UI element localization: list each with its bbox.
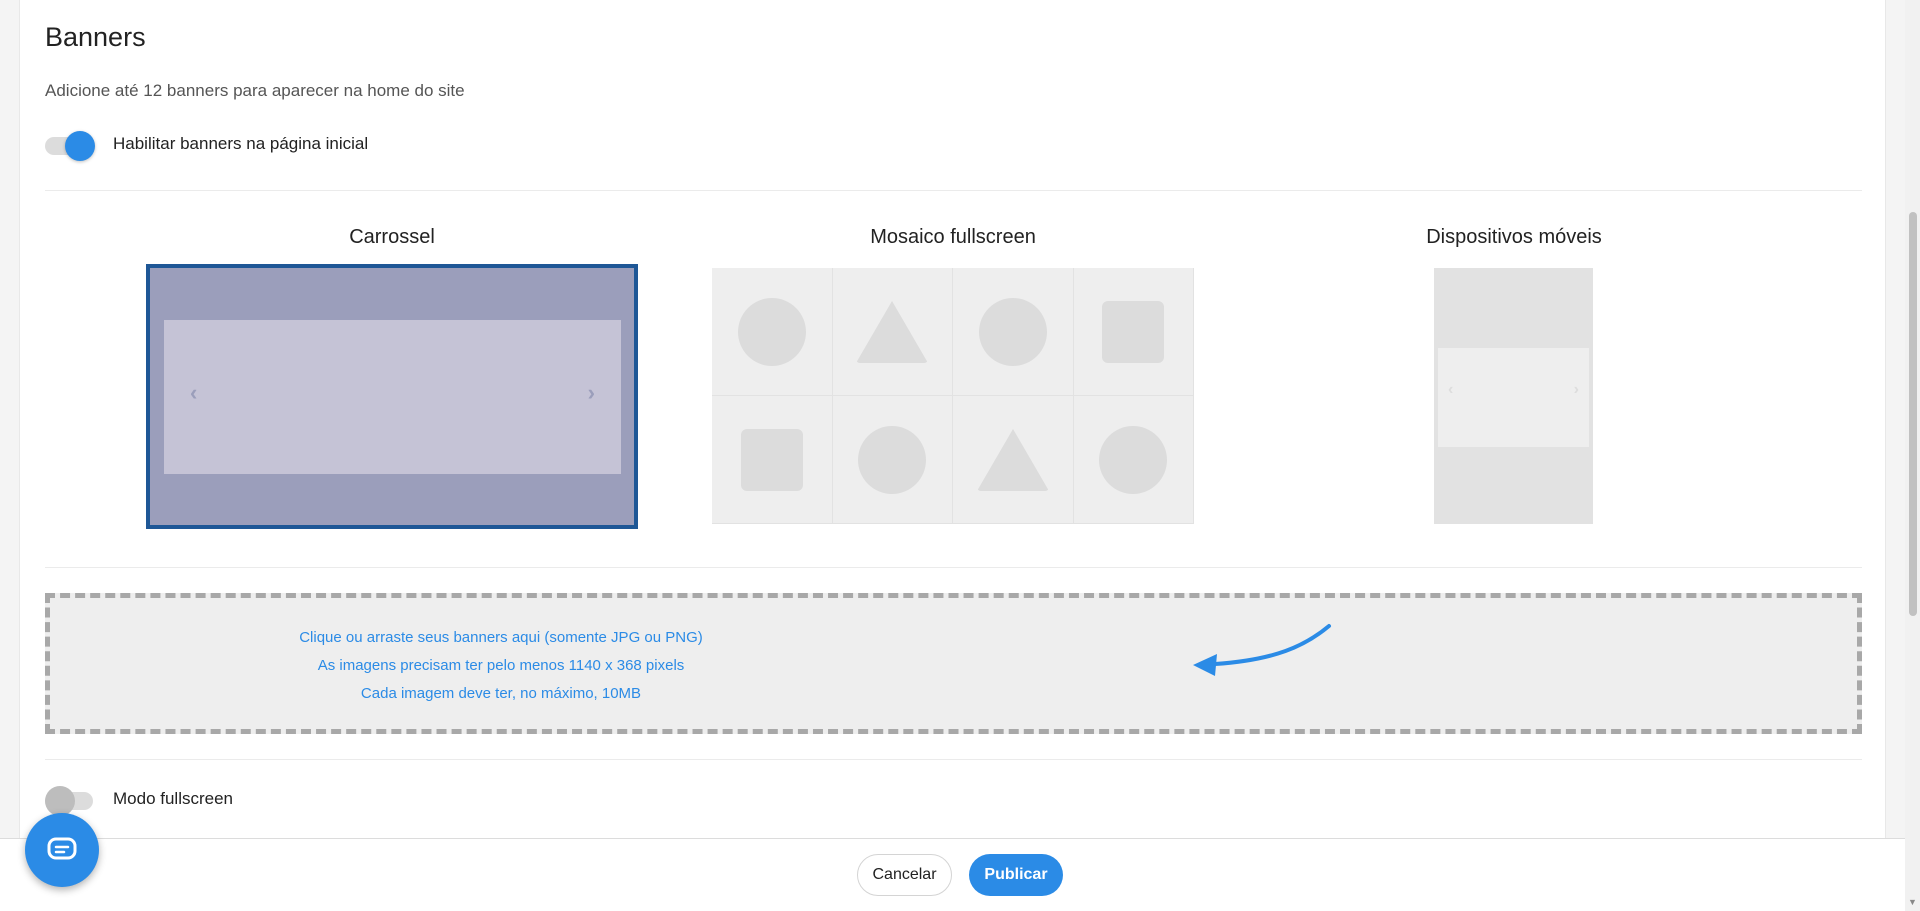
chevron-right-icon: › (1573, 381, 1579, 398)
divider (45, 190, 1862, 191)
footer-action-bar (0, 838, 1905, 911)
circle-shape-icon (737, 297, 806, 366)
mosaic-cell (953, 268, 1074, 396)
toggle-knob (45, 786, 75, 816)
square-shape-icon (740, 428, 803, 491)
carousel-slide-preview: ‹ › (164, 320, 621, 474)
triangle-shape-icon (856, 300, 929, 363)
mosaic-cell (832, 268, 953, 396)
mosaic-cell (1073, 268, 1194, 396)
layout-title-carousel: Carrossel (349, 226, 435, 248)
chat-widget-button[interactable] (25, 813, 99, 887)
circle-shape-icon (978, 297, 1047, 366)
layout-title-mosaic: Mosaico fullscreen (870, 226, 1036, 248)
publish-button[interactable]: Publicar (969, 854, 1063, 896)
chat-icon (47, 837, 77, 860)
mosaic-cell (712, 396, 833, 524)
layout-option-mosaic[interactable] (712, 268, 1194, 524)
cancel-button[interactable]: Cancelar (857, 854, 952, 896)
dropzone-max-size: Cada imagem deve ter, no máximo, 10MB (360, 685, 642, 702)
mosaic-cell (953, 396, 1074, 524)
layout-title-mobile: Dispositivos móveis (1426, 226, 1602, 248)
divider (45, 759, 1862, 760)
curved-arrow-icon (1193, 624, 1331, 676)
page-subtitle: Adicione até 12 banners para aparecer na… (45, 81, 465, 100)
page-title: Banners (45, 22, 146, 52)
enable-banners-row: Habilitar banners na página inicial (45, 130, 369, 161)
fullscreen-row: Modo fullscreen (45, 785, 234, 816)
fullscreen-label: Modo fullscreen (113, 789, 234, 808)
enable-banners-label: Habilitar banners na página inicial (113, 134, 369, 153)
mosaic-cell (832, 396, 953, 524)
square-shape-icon (1102, 300, 1165, 363)
circle-shape-icon (1099, 425, 1168, 494)
page-scrollbar[interactable]: ▼ (1905, 0, 1920, 911)
chevron-left-icon: ‹ (190, 380, 198, 405)
chevron-right-icon: › (587, 380, 595, 405)
circle-shape-icon (858, 425, 927, 494)
mobile-slide-preview: ‹ › (1438, 348, 1589, 447)
dropzone-instruction: Clique ou arraste seus banners aqui (som… (299, 629, 703, 646)
mosaic-cell (1073, 396, 1194, 524)
scrollbar-thumb[interactable] (1909, 212, 1917, 616)
triangle-shape-icon (976, 428, 1049, 491)
toggle-knob (65, 131, 95, 161)
scroll-down-arrow-icon[interactable]: ▼ (1908, 897, 1917, 907)
layout-option-carousel[interactable]: ‹ › (146, 264, 638, 529)
dropzone-min-size: As imagens precisam ter pelo menos 1140 … (317, 657, 685, 674)
chevron-left-icon: ‹ (1448, 381, 1454, 398)
enable-banners-toggle[interactable] (45, 130, 97, 161)
divider (45, 567, 1862, 568)
banner-upload-dropzone[interactable]: Clique ou arraste seus banners aqui (som… (45, 593, 1862, 734)
layout-option-mobile[interactable]: ‹ › (1434, 268, 1593, 524)
fullscreen-toggle[interactable] (45, 785, 97, 816)
banners-card: Banners Adicione até 12 banners para apa… (19, 0, 1886, 911)
mosaic-cell (712, 268, 833, 396)
